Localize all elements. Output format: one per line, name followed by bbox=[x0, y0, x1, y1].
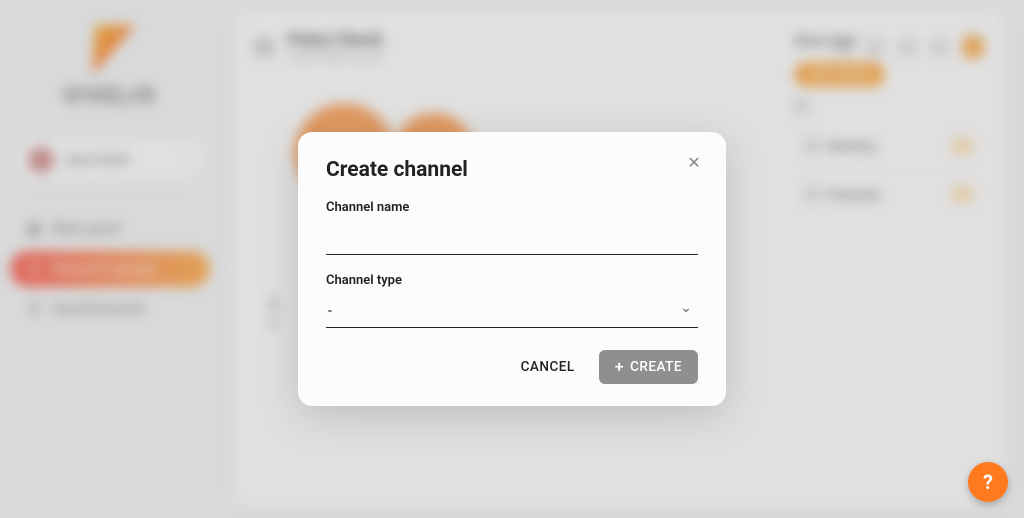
create-button[interactable]: + CREATE bbox=[599, 350, 698, 384]
plus-icon: + bbox=[615, 359, 624, 375]
channel-type-select[interactable]: - bbox=[326, 294, 698, 328]
help-icon: ? bbox=[983, 470, 993, 494]
cancel-button[interactable]: CANCEL bbox=[515, 351, 581, 383]
help-fab[interactable]: ? bbox=[968, 462, 1008, 502]
channel-name-input[interactable] bbox=[326, 221, 698, 255]
modal-actions: CANCEL + CREATE bbox=[326, 350, 698, 384]
channel-type-label: Channel type bbox=[326, 273, 698, 288]
close-icon[interactable]: ✕ bbox=[684, 152, 704, 172]
channel-name-label: Channel name bbox=[326, 200, 698, 215]
modal-title: Create channel bbox=[326, 158, 698, 182]
create-button-label: CREATE bbox=[630, 359, 682, 375]
create-channel-modal: ✕ Create channel Channel name Channel ty… bbox=[298, 132, 726, 406]
